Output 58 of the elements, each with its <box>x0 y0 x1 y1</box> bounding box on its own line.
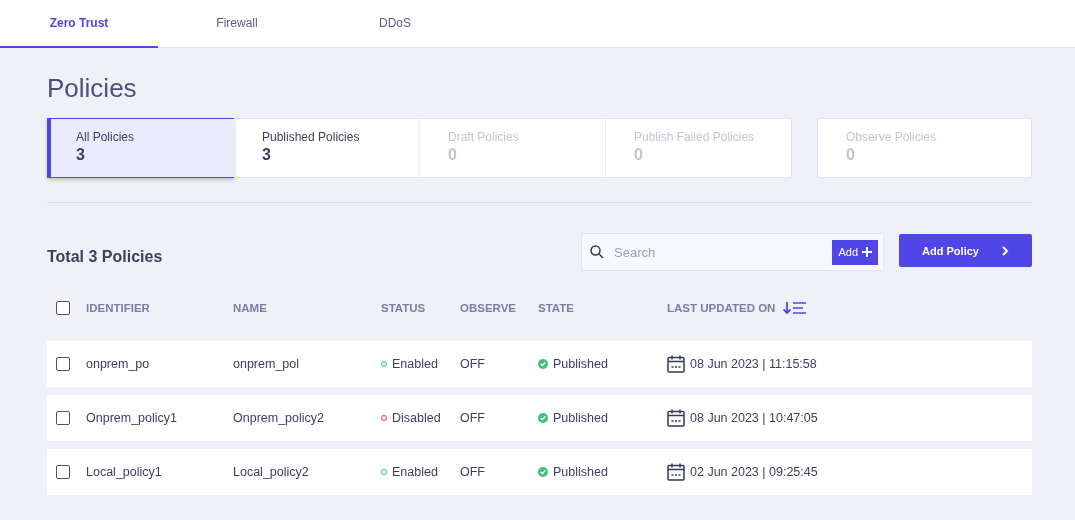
stat-label: Published Policies <box>262 130 361 144</box>
status-text: Disabled <box>392 411 441 425</box>
stat-label: All Policies <box>76 130 136 144</box>
stat-label: Draft Policies <box>448 130 520 144</box>
tab[interactable]: Zero Trust <box>0 0 158 48</box>
column-header: STATUS <box>381 302 427 314</box>
add-policy-button[interactable]: Add Policy <box>899 234 1032 267</box>
check-circle-icon <box>538 413 548 423</box>
calendar-icon <box>667 463 685 481</box>
table-cell-text: Local_policy1 <box>86 465 163 479</box>
row-checkbox[interactable] <box>56 465 70 479</box>
chevron-right-icon <box>1000 245 1009 256</box>
state-text: Published <box>553 357 608 371</box>
stat-count: 0 <box>448 146 458 164</box>
timestamp: 08 Jun 2023 | 11:15:58 <box>690 357 817 371</box>
stat-count: 0 <box>634 146 644 164</box>
total-count: Total 3 Policies <box>47 248 164 266</box>
status-text: Enabled <box>392 465 438 479</box>
table-cell-text: onprem_pol <box>233 357 300 371</box>
sort-icon[interactable] <box>783 301 808 315</box>
table-cell-text: OFF <box>460 357 486 371</box>
stat-tab[interactable]: Published Policies 3 <box>233 119 419 177</box>
status-text: Enabled <box>392 357 438 371</box>
calendar-icon <box>667 409 685 427</box>
table-cell-text: Onprem_policy1 <box>86 411 178 425</box>
stat-label: Observe Policies <box>846 130 938 144</box>
row-checkbox[interactable] <box>56 411 70 425</box>
check-circle-icon <box>538 467 548 477</box>
stat-count: 0 <box>846 146 856 164</box>
column-header: NAME <box>233 302 268 314</box>
row-checkbox[interactable] <box>56 357 70 371</box>
search-field[interactable]: Search Add <box>581 233 884 271</box>
column-header: STATE <box>538 302 575 314</box>
tab[interactable]: Firewall <box>158 0 316 48</box>
stat-count: 3 <box>262 146 272 164</box>
add-button[interactable]: Add <box>832 239 878 265</box>
stat-count: 3 <box>76 146 86 164</box>
table-cell-text: Local_policy2 <box>233 465 310 479</box>
column-header: LAST UPDATED ON <box>667 302 776 314</box>
state-text: Published <box>553 465 608 479</box>
stat-tab[interactable]: All Policies 3 <box>47 118 234 178</box>
table-cell-text: OFF <box>460 465 486 479</box>
calendar-icon <box>667 355 685 373</box>
table-cell-text: Onprem_policy2 <box>233 411 325 425</box>
timestamp: 02 Jun 2023 | 09:25:45 <box>690 465 818 479</box>
column-header: IDENTIFIER <box>86 302 151 314</box>
plus-icon <box>862 247 872 257</box>
table-cell-text: onprem_po <box>86 357 151 371</box>
table-cell-text: OFF <box>460 411 486 425</box>
column-header: OBSERVE <box>460 302 518 314</box>
state-text: Published <box>553 411 608 425</box>
search-icon <box>590 245 604 259</box>
page-title: Policies <box>47 72 138 104</box>
stat-label: Publish Failed Policies <box>634 130 756 144</box>
tab[interactable]: DDoS <box>316 0 474 48</box>
timestamp: 08 Jun 2023 | 10:47:05 <box>690 411 818 425</box>
select-all-checkbox[interactable] <box>56 301 70 315</box>
check-circle-icon <box>538 359 548 369</box>
